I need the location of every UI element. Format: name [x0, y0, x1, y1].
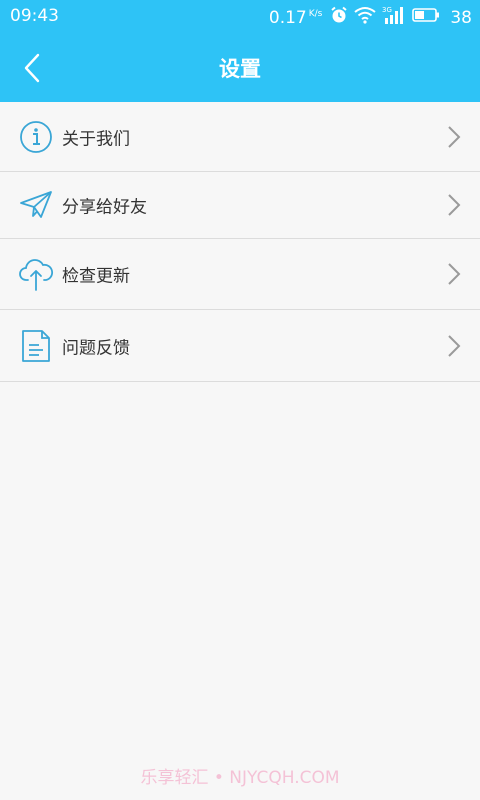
alarm-icon [330, 6, 348, 29]
network-speed: 0.17 [268, 7, 307, 28]
network-type-label: 3G [382, 6, 392, 14]
signal-icon: 3G [382, 5, 406, 30]
info-icon [18, 119, 54, 155]
menu-item-about[interactable]: 关于我们 [0, 102, 480, 172]
status-time: 09:43 [10, 6, 59, 26]
paper-plane-icon [18, 187, 54, 223]
cloud-upload-icon [18, 256, 54, 292]
nav-bar: 设置 [0, 34, 480, 102]
page-title: 设置 [219, 57, 261, 81]
chevron-right-icon [448, 263, 461, 285]
wifi-icon [354, 6, 376, 29]
menu-item-label: 问题反馈 [62, 338, 130, 358]
network-speed-unit: K/s [308, 8, 323, 19]
battery-level: 38 [450, 7, 472, 28]
menu-item-share[interactable]: 分享给好友 [0, 172, 480, 239]
chevron-right-icon [448, 194, 461, 216]
menu-item-label: 检查更新 [62, 266, 130, 287]
status-right-group: 0.17 K/s 3G 38 [269, 5, 472, 30]
battery-icon [412, 7, 440, 28]
watermark: 乐享轻汇 • NJYCQH.COM [140, 768, 340, 788]
chevron-right-icon [448, 334, 461, 357]
settings-list: 关于我们 分享给好友 检查更新 问题反馈 [0, 102, 480, 382]
app-header: 09:43 0.17 K/s 3G 38 设置 [0, 0, 480, 102]
chevron-right-icon [448, 125, 461, 148]
menu-item-label: 关于我们 [62, 129, 130, 149]
status-bar: 09:43 0.17 K/s 3G 38 [0, 0, 480, 34]
menu-item-check-update[interactable]: 检查更新 [0, 239, 480, 310]
menu-item-feedback[interactable]: 问题反馈 [0, 310, 480, 382]
menu-item-label: 分享给好友 [62, 197, 147, 218]
document-icon [18, 328, 54, 364]
